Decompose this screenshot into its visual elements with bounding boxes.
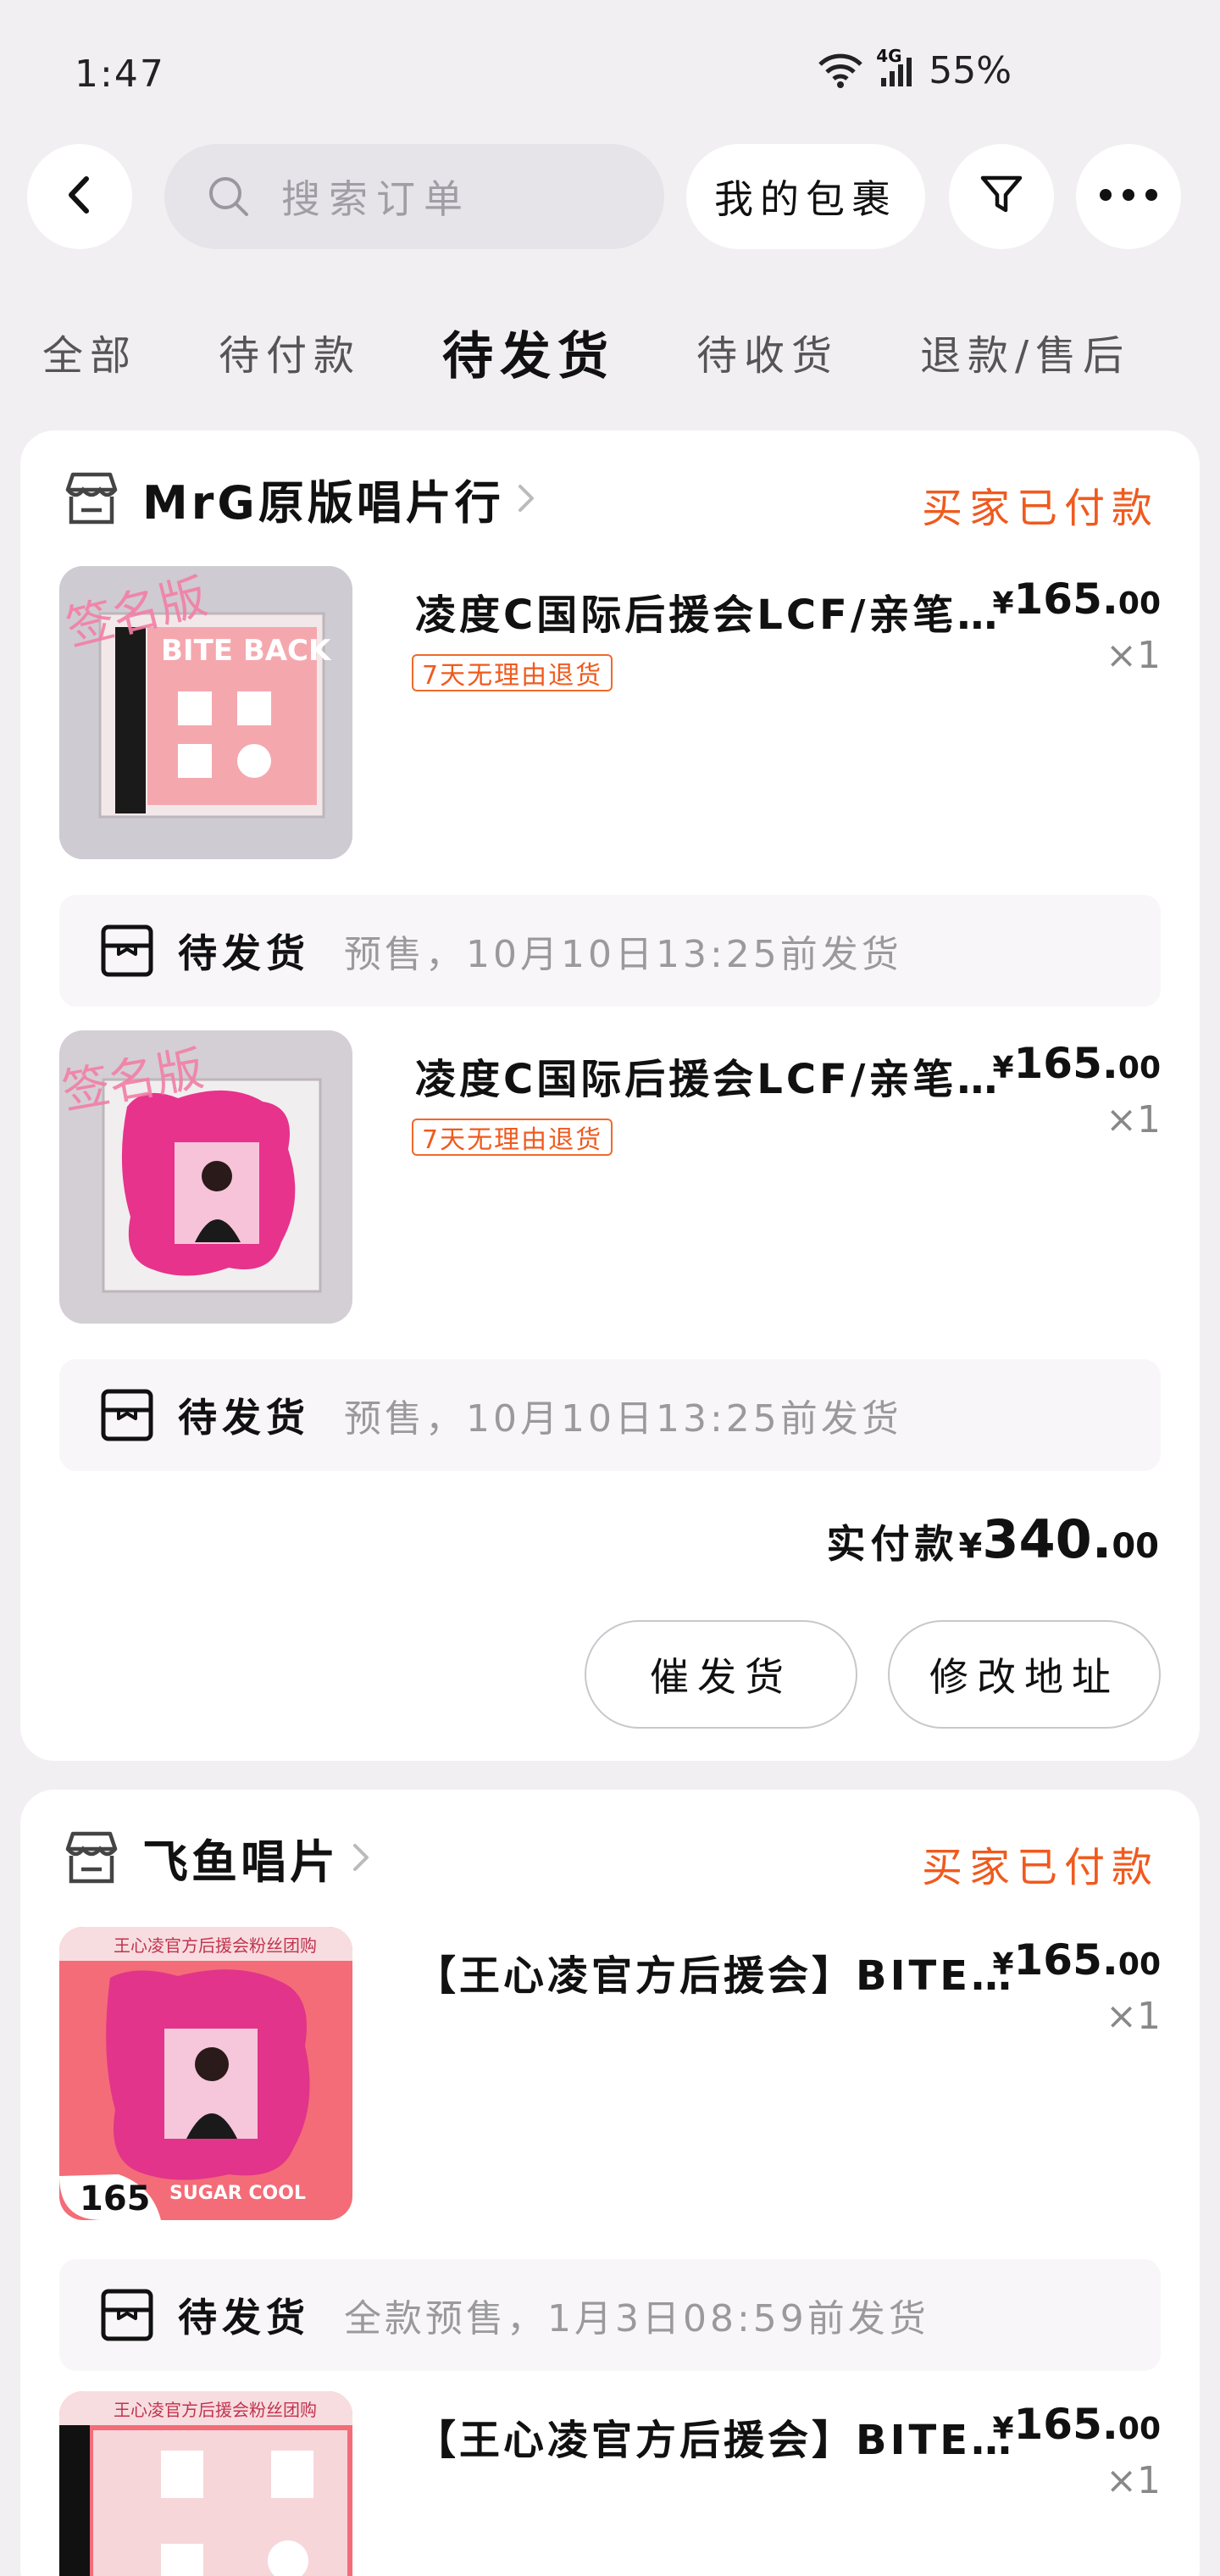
tab-refund-aftersale[interactable]: 退款/售后 xyxy=(920,314,1130,390)
price-currency: ¥ xyxy=(992,2412,1014,2446)
item-quantity: ×1 xyxy=(1106,1995,1161,2038)
shipping-status-bar: 待发货 全款预售，1月3日08:59前发货 xyxy=(59,2259,1161,2371)
wifi-icon xyxy=(817,51,864,92)
shipping-status: 待发货 xyxy=(178,930,310,976)
thumbnail-price: 165 xyxy=(80,2179,151,2218)
order-item[interactable]: 签名版 凌度C国际后援会LCF/亲笔… 7天无理由退货 ¥ 165. 00 ×1 xyxy=(59,1030,1161,1324)
thumbnail-banner: 王心凌官方后援会粉丝团购 xyxy=(114,2400,317,2420)
package-icon xyxy=(100,1388,154,1442)
order-tabs: 全部 待付款 待发货 待收货 退款/售后 xyxy=(0,314,1220,390)
tab-pending-shipment[interactable]: 待发货 xyxy=(442,314,615,390)
back-button[interactable] xyxy=(27,144,132,249)
filter-icon xyxy=(978,171,1025,222)
tab-all[interactable]: 全部 xyxy=(42,314,137,390)
network-type: 4G xyxy=(876,45,902,66)
price-integer: 165. xyxy=(1013,2400,1118,2449)
card-header: 飞鱼唱片 买家已付款 xyxy=(61,1824,1159,1891)
price-currency: ¥ xyxy=(992,1051,1014,1085)
shipping-status-bar: 待发货 预售，10月10日13:25前发货 xyxy=(59,895,1161,1007)
urge-shipment-button[interactable]: 催发货 xyxy=(585,1620,857,1729)
item-price: ¥ 165. 00 xyxy=(992,1935,1161,1985)
order-card: MrG原版唱片行 买家已付款 BITE BACK 签名版 凌度C国际后援会LCF… xyxy=(20,430,1200,1761)
store-icon xyxy=(61,1827,122,1888)
shop-name[interactable]: MrG原版唱片行 xyxy=(142,465,504,532)
status-indicators: 4G 55% xyxy=(817,46,1012,92)
thumbnail-banner: 王心凌官方后援会粉丝团购 xyxy=(114,1935,317,1956)
shop-name[interactable]: 飞鱼唱片 xyxy=(142,1824,339,1891)
change-address-button[interactable]: 修改地址 xyxy=(888,1620,1161,1729)
order-item[interactable]: 王心凌官方后援会粉丝团购 165 SUGAR COOL 【王心凌官方后援会】BI… xyxy=(59,1927,1161,2220)
more-dots-icon xyxy=(1099,188,1158,205)
shipping-note: 全款预售，1月3日08:59前发货 xyxy=(344,2297,929,2340)
shipping-status-bar: 待发货 预售，10月10日13:25前发货 xyxy=(59,1359,1161,1471)
product-title[interactable]: 【王心凌官方后援会】BITE… xyxy=(415,2407,1042,2466)
total-currency: ¥ xyxy=(958,1527,983,1566)
signal-icon: 4G xyxy=(876,46,913,88)
chevron-right-icon[interactable] xyxy=(351,1840,371,1874)
price-decimal: 00 xyxy=(1117,586,1161,621)
price-decimal: 00 xyxy=(1117,1947,1161,1982)
item-price: ¥ 165. 00 xyxy=(992,575,1161,624)
order-card: 飞鱼唱片 买家已付款 王心凌官方后援会粉丝团购 165 SUGAR COOL 【… xyxy=(20,1790,1200,2576)
price-decimal: 00 xyxy=(1117,1051,1161,1085)
product-image[interactable]: 王心凌官方后援会粉丝团购 xyxy=(59,2391,352,2576)
price-integer: 165. xyxy=(1013,1935,1118,1985)
status-bar: 1:47 4G 55% xyxy=(0,0,1220,127)
tab-pending-payment[interactable]: 待付款 xyxy=(219,314,361,390)
return-policy-badge: 7天无理由退货 xyxy=(412,654,613,691)
item-quantity: ×1 xyxy=(1106,634,1161,677)
status-time: 1:47 xyxy=(75,53,165,96)
tab-pending-receipt[interactable]: 待收货 xyxy=(696,314,839,390)
product-name-label: BITE BACK xyxy=(161,634,331,668)
shipping-note: 预售，10月10日13:25前发货 xyxy=(344,933,902,976)
battery-level: 55% xyxy=(929,49,1012,92)
order-status: 买家已付款 xyxy=(921,1844,1159,1891)
store-icon xyxy=(61,468,122,529)
shipping-status: 待发货 xyxy=(178,1395,310,1441)
filter-button[interactable] xyxy=(949,144,1054,249)
package-icon xyxy=(100,2288,154,2342)
search-placeholder: 搜索订单 xyxy=(281,176,471,222)
product-title[interactable]: 凌度C国际后援会LCF/亲笔… xyxy=(415,581,1042,641)
return-policy-badge: 7天无理由退货 xyxy=(412,1119,613,1156)
chevron-right-icon[interactable] xyxy=(516,481,536,515)
product-title[interactable]: 【王心凌官方后援会】BITE… xyxy=(415,1942,1042,2001)
card-header: MrG原版唱片行 买家已付款 xyxy=(61,464,1159,532)
item-price: ¥ 165. 00 xyxy=(992,2400,1161,2449)
more-button[interactable] xyxy=(1076,144,1181,249)
shipping-note: 预售，10月10日13:25前发货 xyxy=(344,1397,902,1441)
price-integer: 165. xyxy=(1013,575,1118,624)
price-integer: 165. xyxy=(1013,1039,1118,1088)
chevron-left-icon xyxy=(63,174,97,219)
item-quantity: ×1 xyxy=(1106,1098,1161,1141)
product-image[interactable]: 王心凌官方后援会粉丝团购 165 SUGAR COOL xyxy=(59,1927,352,2220)
price-decimal: 00 xyxy=(1117,2412,1161,2446)
order-total: 实付款 ¥ 340. 00 xyxy=(827,1508,1160,1570)
package-icon xyxy=(100,924,154,978)
my-packages-button[interactable]: 我的包裹 xyxy=(686,144,925,249)
search-icon xyxy=(207,175,251,219)
total-integer: 340. xyxy=(982,1508,1112,1570)
order-item[interactable]: 王心凌官方后援会粉丝团购 【王心凌官方后援会】BITE… ¥ 165. 00 ×… xyxy=(59,2391,1161,2576)
thumbnail-footer: SUGAR COOL xyxy=(169,2183,306,2204)
product-image[interactable]: 签名版 xyxy=(59,1030,352,1324)
product-title[interactable]: 凌度C国际后援会LCF/亲笔… xyxy=(415,1046,1042,1105)
search-input[interactable]: 搜索订单 xyxy=(164,144,664,249)
item-quantity: ×1 xyxy=(1106,2459,1161,2502)
total-label: 实付款 xyxy=(826,1521,959,1567)
top-bar: 搜索订单 我的包裹 xyxy=(0,144,1220,249)
shipping-status: 待发货 xyxy=(178,2295,310,2340)
total-decimal: 00 xyxy=(1112,1527,1159,1566)
price-currency: ¥ xyxy=(992,1947,1014,1982)
order-status: 买家已付款 xyxy=(921,485,1159,532)
product-image[interactable]: BITE BACK 签名版 xyxy=(59,566,352,859)
order-item[interactable]: BITE BACK 签名版 凌度C国际后援会LCF/亲笔… 7天无理由退货 ¥ … xyxy=(59,566,1161,859)
order-list-screen: 1:47 4G 55% 搜索订单 我的包裹 全部 待付款 待发货 待收货 退款/… xyxy=(0,0,1220,2576)
price-currency: ¥ xyxy=(992,586,1014,621)
item-price: ¥ 165. 00 xyxy=(992,1039,1161,1088)
